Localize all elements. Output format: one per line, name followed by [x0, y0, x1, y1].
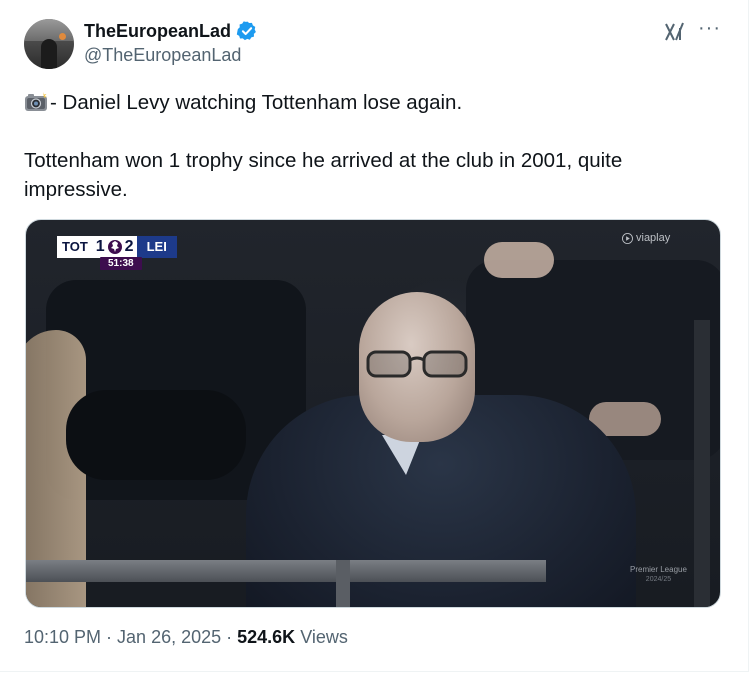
premier-league-watermark: Premier League 2024/25 — [630, 565, 687, 585]
separator: · — [221, 627, 238, 647]
spectator-hand — [484, 242, 554, 278]
tweet-date[interactable]: Jan 26, 2025 — [117, 627, 221, 647]
match-clock: 51:38 — [100, 257, 142, 270]
author-name-row[interactable]: TheEuropeanLad — [84, 20, 258, 42]
camera-flash-icon — [25, 92, 47, 111]
display-name[interactable]: TheEuropeanLad — [84, 21, 231, 42]
tweet-text: - Daniel Levy watching Tottenham lose ag… — [24, 88, 704, 204]
tweet-card: TheEuropeanLad @TheEuropeanLad ··· - Dan… — [0, 0, 749, 672]
scorebug: TOT 1 2 LEI — [57, 236, 177, 258]
author-handle[interactable]: @TheEuropeanLad — [84, 45, 241, 66]
viaplay-play-icon — [622, 232, 633, 244]
verified-badge-icon — [236, 21, 256, 41]
tweet-meta: 10:10 PM · Jan 26, 2025 · 524.6K Views — [24, 627, 348, 648]
away-team: LEI — [136, 236, 177, 258]
views-label: Views — [295, 627, 348, 647]
more-dots-icon[interactable]: ··· — [698, 18, 720, 42]
home-score: 1 — [95, 238, 105, 255]
stand-post — [694, 320, 710, 607]
watermark-season: 2024/25 — [645, 576, 672, 583]
home-team: TOT — [57, 236, 93, 258]
separator: · — [101, 627, 118, 647]
score: 1 2 — [92, 236, 137, 258]
grok-icon[interactable] — [663, 20, 687, 44]
avatar[interactable] — [24, 19, 74, 69]
stand-railing-post — [336, 560, 350, 607]
broadcaster-logo: viaplay — [622, 232, 670, 244]
stand-railing — [26, 560, 546, 582]
spectator-glove — [66, 390, 246, 480]
broadcaster-name: viaplay — [636, 232, 671, 244]
glasses — [366, 350, 468, 378]
away-score: 2 — [124, 238, 134, 255]
tweet-line-2: Tottenham won 1 trophy since he arrived … — [24, 149, 628, 201]
premier-league-lion-icon — [107, 240, 122, 254]
tweet-media-image[interactable]: TOT 1 2 LEI 51:38 viaplay Premier League… — [25, 219, 721, 608]
watermark-text: Premier League — [630, 565, 687, 574]
tweet-time[interactable]: 10:10 PM — [24, 627, 101, 647]
tweet-line-1: - Daniel Levy watching Tottenham lose ag… — [50, 91, 463, 114]
views-count: 524.6K — [237, 627, 296, 647]
